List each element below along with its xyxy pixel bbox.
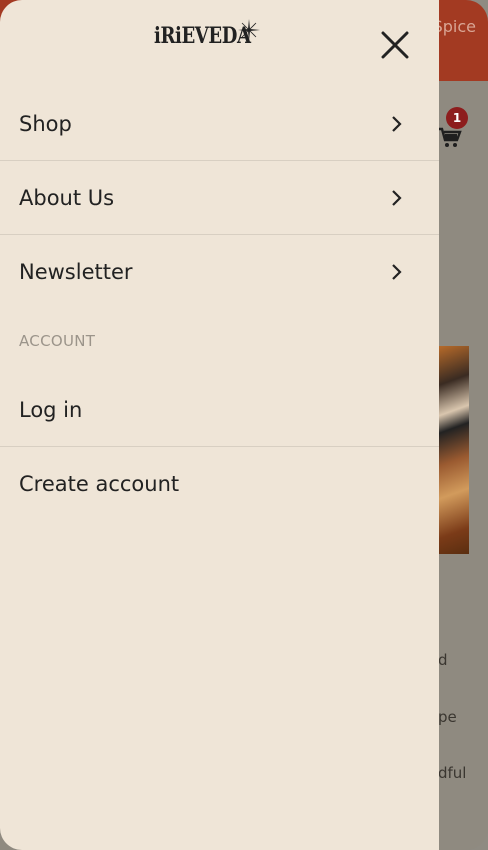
main-nav: Shop About Us Newsletter [0,88,439,308]
account-links: Log in Create account [0,373,439,520]
nav-item-label: Shop [19,112,72,136]
logo-text: iRiEVEDA [154,23,251,49]
star-icon [238,19,260,41]
create-account-link[interactable]: Create account [0,447,439,520]
create-account-label: Create account [19,471,180,496]
nav-item-shop[interactable]: Shop [0,88,439,161]
nav-item-label: Newsletter [19,259,133,284]
banner-text: Spice [432,17,476,36]
product-image [438,346,469,554]
chevron-right-icon [392,189,402,206]
cart-count-badge: 1 [446,107,468,129]
log-in-label: Log in [19,397,83,422]
nav-item-about-us[interactable]: About Us [0,161,439,235]
cart-icon [439,127,462,147]
background-text-line: d [438,651,448,669]
chevron-right-icon [392,263,402,280]
account-section-label: ACCOUNT [19,332,96,350]
chevron-right-icon [392,116,402,132]
log-in-link[interactable]: Log in [0,373,439,447]
drawer-header: iRiEVEDA [0,0,439,88]
menu-drawer: iRiEVEDA Shop About Us Newsletter ACCOUN… [0,0,439,850]
nav-item-label: About Us [19,185,115,210]
background-text-line: pe [438,708,457,726]
background-text-line: dful [438,764,467,782]
nav-item-newsletter[interactable]: Newsletter [0,235,439,308]
close-icon[interactable] [378,28,412,62]
brand-logo[interactable]: iRiEVEDA [154,19,272,49]
